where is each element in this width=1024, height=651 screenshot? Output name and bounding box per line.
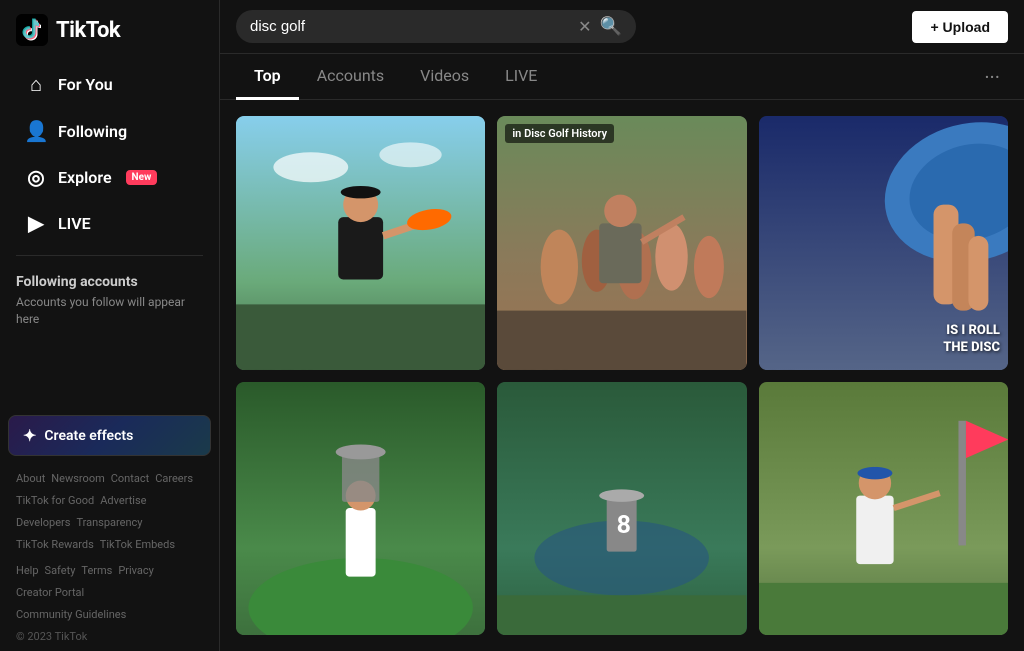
search-bar[interactable]: ✕ 🔍: [236, 10, 636, 43]
video-thumbnail-2: in Disc Golf History 2022-6-26: [497, 116, 746, 370]
sidebar-item-for-you[interactable]: ⌂ For You: [8, 62, 211, 107]
create-effects-label: Create effects: [44, 428, 133, 444]
footer-link-tiktokforgood[interactable]: TikTok for Good: [16, 494, 94, 507]
footer-link-developers[interactable]: Developers: [16, 516, 70, 529]
new-badge: New: [126, 170, 158, 185]
sidebar-label-explore: Explore: [58, 168, 112, 187]
footer-links: About Newsroom Contact Careers TikTok for G…: [8, 468, 211, 626]
footer-link-rewards[interactable]: TikTok Rewards: [16, 538, 94, 551]
footer-link-privacy[interactable]: Privacy: [118, 564, 154, 577]
main-content: ✕ 🔍 + Upload Top Accounts Videos LIVE ··…: [220, 0, 1024, 651]
footer-link-help[interactable]: Help: [16, 564, 39, 577]
following-accounts-subtitle: Accounts you follow will appear here: [16, 294, 203, 328]
video-card-4[interactable]: [236, 382, 485, 636]
video-thumbnail-3: IS I ROLL THE DISC 4-19: [759, 116, 1008, 370]
sidebar-item-live[interactable]: ▶ LIVE: [8, 201, 211, 245]
upload-button[interactable]: + Upload: [912, 11, 1008, 43]
tabs-more-icon[interactable]: ···: [976, 57, 1008, 97]
live-icon: ▶: [24, 211, 48, 235]
video-thumbnail-6: Wait for it!!: [759, 382, 1008, 636]
clear-search-icon[interactable]: ✕: [578, 17, 591, 36]
video-card-6[interactable]: Wait for it!!: [759, 382, 1008, 636]
search-icon: 🔍: [600, 16, 622, 37]
sparkle-icon: ✦: [23, 426, 36, 445]
footer-link-terms[interactable]: Terms: [81, 564, 112, 577]
search-tabs: Top Accounts Videos LIVE ···: [220, 54, 1024, 100]
video-card-3[interactable]: IS I ROLL THE DISC 4-19 Power grip ⭐ by …: [759, 116, 1008, 370]
sidebar-label-live: LIVE: [58, 214, 91, 233]
logo[interactable]: TikTok: [0, 0, 219, 60]
footer-link-advertise[interactable]: Advertise: [100, 494, 146, 507]
footer-link-embeds[interactable]: TikTok Embeds: [100, 538, 175, 551]
tab-top[interactable]: Top: [236, 54, 299, 100]
video-thumbnail-1: 2022-10-11: [236, 116, 485, 370]
topbar: ✕ 🔍 + Upload: [220, 0, 1024, 54]
sidebar: TikTok ⌂ For You 👤 Following ◎ Explore N…: [0, 0, 220, 651]
compass-icon: ◎: [24, 165, 48, 189]
footer-link-community[interactable]: Community Guidelines: [16, 608, 126, 621]
footer-copyright: © 2023 TikTok: [8, 626, 211, 643]
video-grid: 2022-10-11 How to get MORE POWER on your…: [220, 100, 1024, 651]
footer-link-transparency[interactable]: Transparency: [76, 516, 142, 529]
video-card-5[interactable]: 8: [497, 382, 746, 636]
following-accounts-title: Following accounts: [16, 274, 203, 290]
sidebar-label-following: Following: [58, 122, 127, 141]
video-overlay-3: IS I ROLL THE DISC: [943, 323, 1000, 357]
svg-text:8: 8: [617, 510, 631, 539]
footer-link-creator-portal[interactable]: Creator Portal: [16, 586, 84, 599]
sidebar-footer: ✦ Create effects About Newsroom Contact Car…: [0, 403, 219, 651]
video-thumbnail-5: 8: [497, 382, 746, 636]
app-name: TikTok: [56, 18, 120, 43]
tiktok-logo-icon: [16, 14, 48, 46]
footer-link-contact[interactable]: Contact: [111, 472, 149, 485]
person-icon: 👤: [24, 119, 48, 143]
footer-link-about[interactable]: About: [16, 472, 45, 485]
sidebar-divider: [16, 255, 203, 256]
create-effects-button[interactable]: ✦ Create effects: [8, 415, 211, 456]
search-input[interactable]: [250, 18, 570, 35]
tab-live[interactable]: LIVE: [487, 54, 555, 100]
footer-link-careers[interactable]: Careers: [155, 472, 193, 485]
video-card-2[interactable]: in Disc Golf History 2022-6-26 Happy one…: [497, 116, 746, 370]
footer-link-safety[interactable]: Safety: [45, 564, 76, 577]
video-card-1[interactable]: 2022-10-11 How to get MORE POWER on your…: [236, 116, 485, 370]
home-icon: ⌂: [24, 72, 48, 97]
sidebar-label-for-you: For You: [58, 75, 113, 94]
sidebar-item-explore[interactable]: ◎ Explore New: [8, 155, 211, 199]
video-label-2: in Disc Golf History: [505, 124, 614, 143]
footer-link-newsroom[interactable]: Newsroom: [51, 472, 104, 485]
video-thumbnail-4: [236, 382, 485, 636]
tab-accounts[interactable]: Accounts: [299, 54, 402, 100]
tab-videos[interactable]: Videos: [402, 54, 487, 100]
following-accounts-section: Following accounts Accounts you follow w…: [0, 264, 219, 338]
sidebar-nav: ⌂ For You 👤 Following ◎ Explore New ▶ LI…: [0, 60, 219, 247]
sidebar-item-following[interactable]: 👤 Following: [8, 109, 211, 153]
